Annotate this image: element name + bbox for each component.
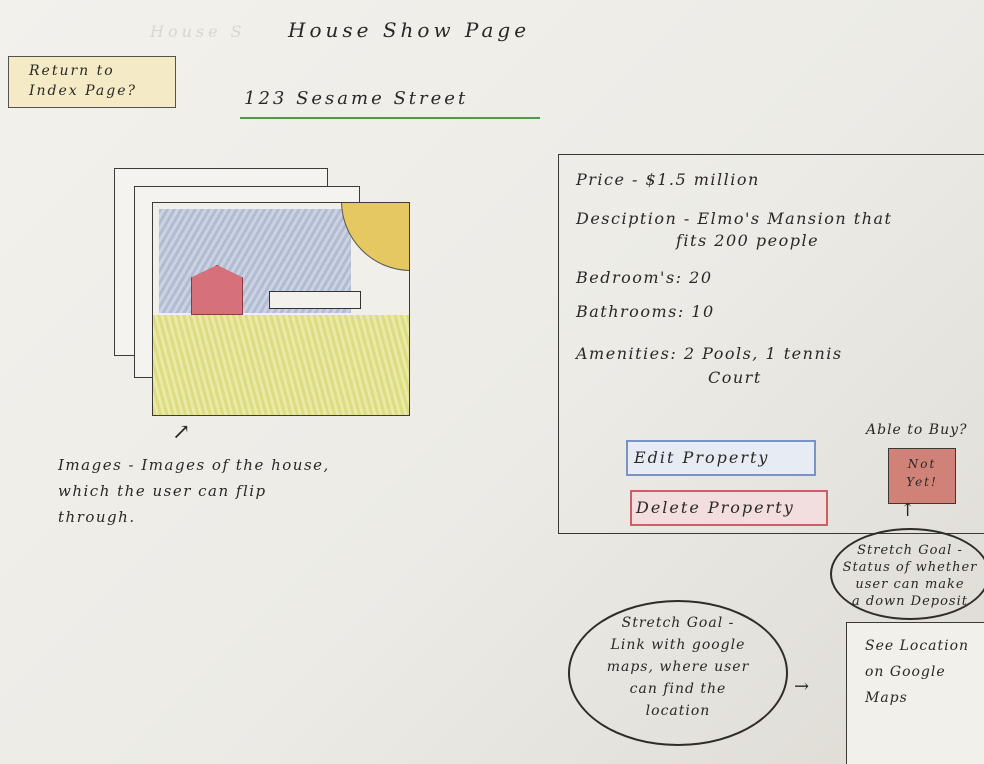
gallery-house-image[interactable] [152,202,410,416]
page-title: House Show Page [288,18,531,42]
property-address: 123 Sesame Street [244,88,469,109]
fence-drawing [269,291,361,309]
caption-line1: Images - Images of the house, [58,456,330,474]
deposit-note-line4: a down Deposit [852,594,968,609]
google-maps-link[interactable]: See Location on Google Maps [846,622,984,764]
description: Desciption - Elmo's Mansion that fits 20… [576,208,936,252]
bathrooms: Bathrooms: 10 [576,302,715,321]
maps-note-line3: maps, where user [606,659,750,675]
return-label-line1: Return to [29,63,115,79]
faded-title: House S [150,22,246,41]
address-underline [240,117,540,119]
deposit-note-line3: user can make [855,577,965,592]
return-label-line2: Index Page? [29,83,138,99]
arrow-right-icon: → [794,676,810,697]
maps-stretch-goal-note: Stretch Goal - Link with google maps, wh… [568,600,788,746]
deposit-note-line1: Stretch Goal - [857,543,963,558]
maps-link-line1: See Location [865,638,970,654]
bedrooms: Bedroom's: 20 [576,268,713,287]
grass-drawing [153,315,409,415]
delete-property-button[interactable]: Delete Property [630,490,828,526]
deposit-stretch-goal-note: Stretch Goal - Status of whether user ca… [830,528,984,620]
buy-status-line1: Not [907,457,937,471]
arrow-up-icon: ↑ [900,500,916,521]
able-to-buy-label: Able to Buy? [866,422,968,438]
maps-note-line1: Stretch Goal - [621,615,735,631]
price: Price - $1.5 million [576,170,760,189]
return-to-index-button[interactable]: Return to Index Page? [8,56,176,108]
buy-status-badge[interactable]: Not Yet! [888,448,956,504]
sun-drawing [341,203,409,271]
image-gallery[interactable] [110,168,420,418]
amenities-line2: Court [708,368,762,387]
maps-note-line5: location [645,703,711,719]
caption-line3: through. [58,508,136,526]
maps-link-line3: Maps [865,690,908,706]
maps-note-line2: Link with google [610,637,746,653]
maps-note-line4: can find the [629,681,727,697]
images-caption: Images - Images of the house, which the … [58,452,388,530]
description-line2: fits 200 people [676,231,820,250]
buy-status-line2: Yet! [906,475,938,489]
caption-line2: which the user can flip [58,482,267,500]
maps-link-line2: on Google [865,664,946,680]
description-line1: Desciption - Elmo's Mansion that [576,209,893,228]
edit-property-button[interactable]: Edit Property [626,440,816,476]
arrow-up-icon: ↗ [172,420,191,445]
deposit-note-line2: Status of whether [842,560,978,575]
amenities-line1: Amenities: 2 Pools, 1 tennis [576,344,843,363]
amenities: Amenities: 2 Pools, 1 tennis Court [576,342,936,390]
